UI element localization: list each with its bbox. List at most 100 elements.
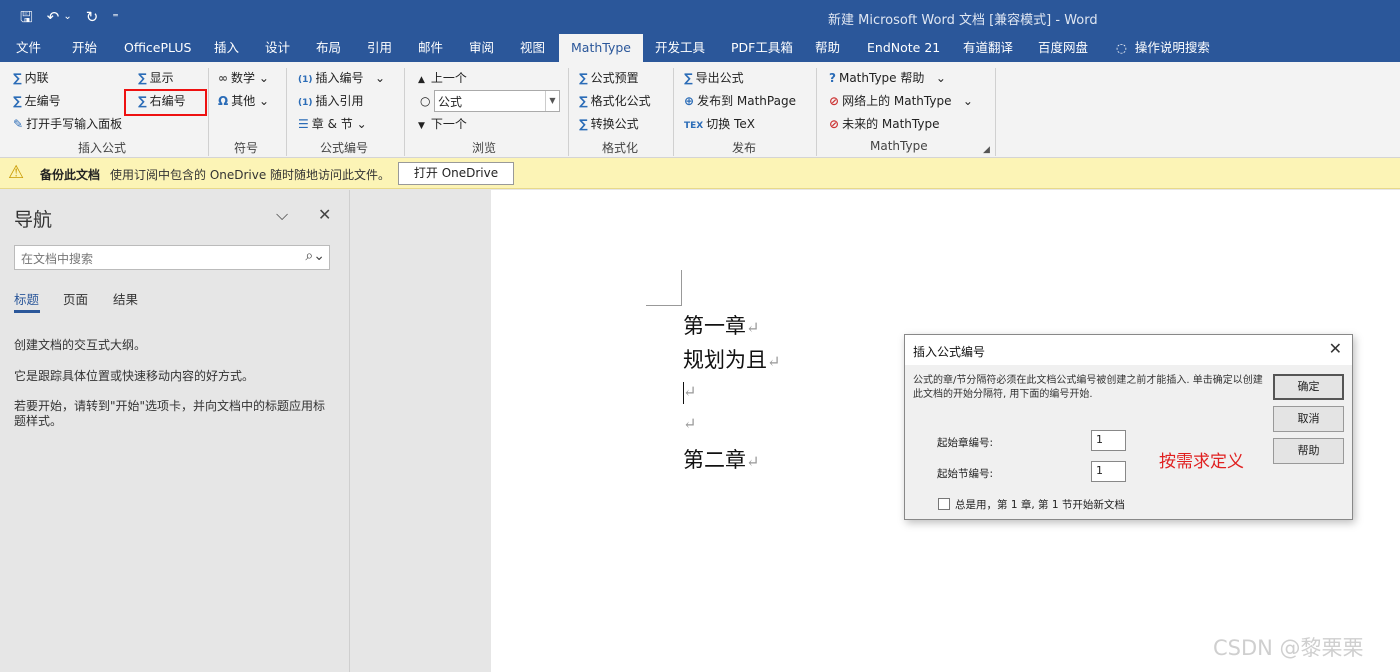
- nav-tab-pages[interactable]: 页面: [63, 289, 88, 308]
- group-separator: [208, 68, 209, 156]
- tab-home[interactable]: 开始: [72, 34, 97, 62]
- arrow-down-icon: ▼: [418, 121, 425, 131]
- display-button[interactable]: ∑ 显示: [138, 70, 174, 86]
- doc-line-chapter-1[interactable]: 第一章↵: [683, 310, 759, 340]
- tab-help[interactable]: 帮助: [815, 34, 840, 62]
- doc-line-chapter-2[interactable]: 第二章↵: [683, 444, 759, 474]
- save-icon[interactable]: 🖫: [20, 8, 33, 26]
- handwriting-panel-button[interactable]: ✎ 打开手写输入面板: [13, 116, 122, 132]
- nav-tab-results[interactable]: 结果: [113, 289, 138, 308]
- export-equations-button[interactable]: ∑ 导出公式: [684, 70, 744, 86]
- infobar-message: 使用订阅中包含的 OneDrive 随时随地访问此文件。: [110, 168, 391, 182]
- tab-layout[interactable]: 布局: [316, 34, 341, 62]
- group-label-equation-numbers: 公式编号: [320, 141, 369, 155]
- doc-line-2[interactable]: 规划为且↵: [683, 344, 780, 374]
- tab-design[interactable]: 设计: [265, 34, 290, 62]
- convert-equations-button[interactable]: ∑ 转换公式: [579, 116, 639, 132]
- nav-search-input[interactable]: 在文档中搜索 ⌕⌄: [14, 245, 330, 270]
- sigma-icon: ∑: [13, 94, 22, 108]
- tab-pdf-tools[interactable]: PDF工具箱: [731, 34, 793, 62]
- insert-number-button[interactable]: (1) 插入编号 ⌄: [298, 70, 385, 88]
- math-symbols-button[interactable]: ∞ 数学 ⌄: [218, 70, 269, 86]
- globe-icon: ⊕: [684, 94, 695, 108]
- section-number-input[interactable]: 1: [1091, 461, 1126, 482]
- customize-qat-icon[interactable]: ⁼: [112, 8, 118, 26]
- warning-icon: ⚠: [8, 162, 25, 183]
- other-symbols-button[interactable]: Ω 其他 ⌄: [218, 93, 269, 109]
- nav-tab-headings[interactable]: 标题: [14, 289, 39, 308]
- tab-endnote[interactable]: EndNote 21: [867, 34, 940, 62]
- radio-icon: ○: [420, 94, 431, 108]
- export-label: 导出公式: [695, 71, 744, 85]
- tab-mailings[interactable]: 邮件: [418, 34, 443, 62]
- close-icon[interactable]: ✕: [318, 205, 331, 224]
- previous-button[interactable]: ▲ 上一个: [418, 70, 467, 88]
- browse-type-combo[interactable]: 公式 ▼: [434, 90, 560, 112]
- margin-corner-mark: [681, 270, 682, 306]
- publish-mathpage-button[interactable]: ⊕ 发布到 MathPage: [684, 93, 796, 109]
- tab-baidu-netdisk[interactable]: 百度网盘: [1038, 34, 1088, 62]
- cancel-button[interactable]: 取消: [1273, 406, 1344, 432]
- tab-insert[interactable]: 插入: [214, 34, 239, 62]
- format-equations-button[interactable]: ∑ 格式化公式: [579, 93, 651, 109]
- mathpage-label: 发布到 MathPage: [697, 94, 796, 108]
- undo-dropdown-icon[interactable]: ⌄: [63, 8, 71, 26]
- search-icon[interactable]: ⌕⌄: [305, 248, 325, 264]
- insert-reference-button[interactable]: (1) 插入引用: [298, 93, 364, 111]
- title-bar: 🖫 ↶ ⌄ ↻ ⁼ 新建 Microsoft Word 文档 [兼容模式] - …: [0, 0, 1400, 34]
- ok-button[interactable]: 确定: [1273, 374, 1344, 400]
- ribbon: ∑ 内联 ∑ 显示 ∑ 左编号 ∑ 右编号 ✎ 打开手写输入面板 插入公式 ∞ 数学 ⌄ Ω…: [0, 62, 1400, 158]
- math-label: 数学: [231, 71, 256, 85]
- mathtype-help-button[interactable]: ? MathType 帮助 ⌄: [829, 70, 946, 86]
- insert-number-label: 插入编号: [315, 71, 364, 85]
- active-tab-indicator: [14, 310, 40, 313]
- left-number-button[interactable]: ∑ 左编号: [13, 93, 61, 109]
- doc-line-4[interactable]: ↵: [683, 410, 696, 434]
- tab-mathtype[interactable]: MathType: [559, 34, 643, 62]
- group-label-browse: 浏览: [472, 141, 497, 155]
- arrow-up-icon: ▲: [418, 75, 425, 85]
- doc-line-3[interactable]: ↵: [683, 378, 696, 402]
- web-icon: ⊘: [829, 94, 840, 108]
- reference-icon: (1): [298, 98, 313, 108]
- tab-officeplus[interactable]: OfficePLUS: [124, 34, 191, 62]
- tab-references[interactable]: 引用: [367, 34, 392, 62]
- chevron-down-icon[interactable]: ▼: [545, 91, 559, 111]
- left-number-label: 左编号: [24, 94, 61, 108]
- chapter-section-button[interactable]: ☰ 章 & 节 ⌄: [298, 116, 367, 132]
- redo-icon[interactable]: ↻: [86, 8, 99, 26]
- tell-me-search[interactable]: ◌ 操作说明搜索: [1116, 34, 1210, 62]
- doc-text: 第一章: [683, 314, 746, 338]
- chapter-number-input[interactable]: 1: [1091, 430, 1126, 451]
- doc-text: 规划为且: [683, 348, 767, 372]
- group-separator: [286, 68, 287, 156]
- mathtype-online-button[interactable]: ⊘ 网络上的 MathType ⌄: [829, 93, 973, 109]
- new-document-checkbox[interactable]: [938, 498, 950, 510]
- open-onedrive-button[interactable]: 打开 OneDrive: [398, 162, 514, 185]
- tex-icon: TEX: [684, 121, 704, 131]
- tab-view[interactable]: 视图: [520, 34, 545, 62]
- group-separator: [816, 68, 817, 156]
- margin-corner-mark: [646, 305, 682, 306]
- quick-access-toolbar: 🖫 ↶ ⌄ ↻ ⁼: [20, 8, 119, 26]
- chevron-down-icon[interactable]: ⌵: [276, 205, 288, 225]
- tab-youdao[interactable]: 有道翻译: [963, 34, 1013, 62]
- inline-button[interactable]: ∑ 内联: [13, 70, 49, 86]
- new-document-checkbox-label: 总是用，第 1 章, 第 1 节开始新文档: [955, 499, 1125, 511]
- tab-developer[interactable]: 开发工具: [655, 34, 705, 62]
- equation-presets-button[interactable]: ∑ 公式预置: [579, 70, 639, 86]
- close-icon[interactable]: ✕: [1329, 339, 1342, 358]
- dialog-launcher-icon[interactable]: ◢: [983, 142, 990, 158]
- next-button[interactable]: ▼ 下一个: [418, 116, 467, 134]
- help-button[interactable]: 帮助: [1273, 438, 1344, 464]
- tab-review[interactable]: 审阅: [469, 34, 494, 62]
- sigma-icon: ∑: [579, 94, 588, 108]
- presets-label: 公式预置: [590, 71, 639, 85]
- tell-me-label: 操作说明搜索: [1134, 40, 1210, 55]
- undo-icon[interactable]: ↶: [47, 8, 60, 26]
- group-separator: [673, 68, 674, 156]
- omega-icon: Ω: [218, 94, 229, 108]
- tab-file[interactable]: 文件: [16, 34, 41, 62]
- toggle-tex-button[interactable]: TEX 切换 TeX: [684, 116, 755, 134]
- future-mathtype-button[interactable]: ⊘ 未来的 MathType: [829, 116, 939, 132]
